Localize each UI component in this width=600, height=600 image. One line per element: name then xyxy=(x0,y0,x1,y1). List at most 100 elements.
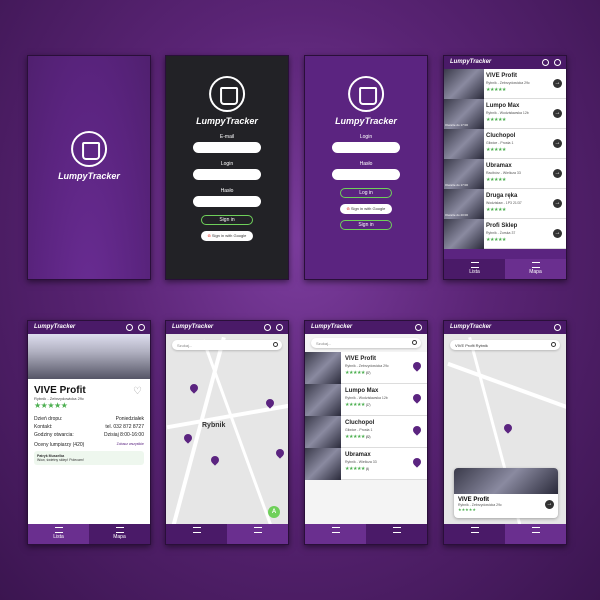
map-view[interactable]: VIVE Profit Rybnik VIVE Profit Rybnik - … xyxy=(444,334,566,526)
add-location-icon[interactable] xyxy=(264,324,271,331)
search-input[interactable]: Szukaj... xyxy=(311,338,421,348)
app-logo: LumpyTracker xyxy=(335,76,397,126)
rating-stars: ★★★★★ xyxy=(486,237,506,243)
user-location-avatar[interactable]: A xyxy=(268,506,280,518)
tab-map[interactable] xyxy=(366,524,427,544)
city-label: Rybnik xyxy=(202,422,226,429)
shop-pin-icon[interactable] xyxy=(502,422,514,434)
email-field[interactable] xyxy=(193,142,261,153)
app-header: LumpyTracker xyxy=(444,56,566,69)
shop-pin-icon[interactable] xyxy=(209,454,221,466)
tab-map-label: Mapa xyxy=(529,269,542,275)
shop-pin-icon[interactable] xyxy=(411,424,423,436)
rating-stars: ★★★★★ xyxy=(486,117,506,123)
shop-thumbnail: Otwarte do 20:00 xyxy=(444,189,484,219)
list-item[interactable]: Lumpo Max Rybnik - Wodzisławska 12b ★★★★★ … xyxy=(305,384,427,416)
shop-pin-icon[interactable] xyxy=(182,432,194,444)
rating: ★★★★★ (82) xyxy=(345,434,371,440)
shop-address: Rybnik - Wodzisławska 12b xyxy=(486,111,529,115)
list-item[interactable]: Otwarte do 17:00 Ubramax Racibórz - Wielic… xyxy=(444,159,566,189)
shop-pin-icon[interactable] xyxy=(274,447,286,459)
list-item[interactable]: Otwarte do 17:00 Lumpo Max Rybnik - Wodzis… xyxy=(444,99,566,129)
profile-icon[interactable] xyxy=(415,324,422,331)
shop-pin-icon[interactable] xyxy=(188,382,200,394)
login-field[interactable] xyxy=(193,169,261,180)
list-item[interactable]: Otwarte do 20:00 Druga ręka Wodzisław - 1P… xyxy=(444,189,566,219)
shop-pin-icon[interactable] xyxy=(411,456,423,468)
heart-icon[interactable]: ♡ xyxy=(133,386,142,397)
shop-thumbnail: Otwarte do 17:00 xyxy=(444,159,484,189)
tab-map[interactable] xyxy=(505,524,566,544)
shop-preview-card[interactable]: VIVE Profit Rybnik - Zebrzydowicka 29c ★… xyxy=(454,468,558,518)
google-sign-in-button[interactable]: G Sign in with Google xyxy=(340,204,392,214)
google-label: Sign in with Google xyxy=(350,206,386,211)
tab-list[interactable] xyxy=(166,524,227,544)
google-sign-in-button[interactable]: G Sign in with Google xyxy=(201,231,253,241)
search-placeholder: Szukaj... xyxy=(316,341,332,346)
arrow-right-icon[interactable]: → xyxy=(553,139,562,148)
tab-list[interactable]: Lista xyxy=(444,259,505,279)
review-text: Wow, świetny sklep! Polecam! xyxy=(37,458,84,462)
list-item[interactable]: Cluchopol Gliwice - Prosta 1 ★★★★★ (82) xyxy=(305,416,427,448)
shop-name: Lumpo Max xyxy=(345,388,379,394)
arrow-right-icon[interactable]: → xyxy=(553,229,562,238)
tab-list[interactable] xyxy=(305,524,366,544)
tab-map[interactable]: Mapa xyxy=(505,259,566,279)
tab-map[interactable]: Mapa xyxy=(89,524,150,544)
password-field[interactable] xyxy=(332,169,400,180)
add-location-icon[interactable] xyxy=(542,59,549,66)
sign-in-button[interactable]: Sign in xyxy=(340,220,392,230)
search-input[interactable]: VIVE Profit Rybnik xyxy=(450,340,560,350)
review-card: Patryk Muszelka Wow, świetny sklep! Polec… xyxy=(34,451,144,465)
shop-pin-icon[interactable] xyxy=(411,360,423,372)
sign-in-button[interactable]: Sign in xyxy=(201,215,253,225)
rating-stars: ★★★★★ xyxy=(345,434,365,440)
arrow-right-icon[interactable]: → xyxy=(553,199,562,208)
search-input[interactable]: Szukaj... xyxy=(172,340,282,350)
shop-pin-icon[interactable] xyxy=(411,392,423,404)
profile-icon[interactable] xyxy=(276,324,283,331)
list-icon xyxy=(54,527,63,533)
rating: ★★★★★ (4) xyxy=(345,466,369,472)
arrow-right-icon[interactable]: → xyxy=(553,79,562,88)
profile-icon[interactable] xyxy=(554,59,561,66)
profile-icon[interactable] xyxy=(138,324,145,331)
list-item[interactable]: Profi Sklep Rybnik - Żorska 37 ★★★★★ → xyxy=(444,219,566,249)
map-view[interactable]: Szukaj... Rybnik A xyxy=(166,334,288,526)
list-item[interactable]: Ubramax Rybnik - Wielicza 33 ★★★★★ (4) xyxy=(305,448,427,480)
profile-icon[interactable] xyxy=(554,324,561,331)
contact-value[interactable]: tel. 032 872 8727 xyxy=(105,424,144,430)
map-icon xyxy=(253,527,262,533)
list-item[interactable]: VIVE Profit Rybnik - Zebrzydowicka 29c ★★★… xyxy=(444,69,566,99)
header-title: LumpyTracker xyxy=(450,324,492,330)
search-value: VIVE Profit Rybnik xyxy=(455,343,488,348)
search-placeholder: Szukaj... xyxy=(177,343,193,348)
app-header: LumpyTracker xyxy=(305,321,427,334)
tab-list[interactable] xyxy=(444,524,505,544)
header-title: LumpyTracker xyxy=(172,324,214,330)
list-item[interactable]: VIVE Profit Rybnik - Zebrzydowicka 29c ★★★… xyxy=(305,352,427,384)
map-screen: LumpyTracker Szukaj... Rybnik A xyxy=(165,320,289,545)
password-field[interactable] xyxy=(193,196,261,207)
shop-name: Ubramax xyxy=(486,163,512,169)
tab-map[interactable] xyxy=(227,524,288,544)
app-header: LumpyTracker xyxy=(28,321,150,334)
shop-thumbnail xyxy=(444,129,484,159)
google-label: Sign in with Google xyxy=(211,233,247,238)
tab-list[interactable]: Lista xyxy=(28,524,89,544)
shop-address: Rybnik - Wodzisławska 12b xyxy=(345,396,388,400)
arrow-right-icon[interactable]: → xyxy=(553,109,562,118)
app-header: LumpyTracker xyxy=(166,321,288,334)
list-item[interactable]: Cluchopol Gliwice - Prosta 1 ★★★★★ → xyxy=(444,129,566,159)
login-field[interactable] xyxy=(332,142,400,153)
rating-count: (4) xyxy=(365,467,369,471)
arrow-right-icon[interactable]: → xyxy=(545,500,554,509)
arrow-right-icon[interactable]: → xyxy=(553,169,562,178)
shop-name: VIVE Profit xyxy=(345,356,377,362)
hours-value[interactable]: Dzisiaj 8:00-16:00 xyxy=(104,432,144,438)
tab-map-label: Mapa xyxy=(113,534,126,540)
see-all-link[interactable]: Zobacz wszystkie xyxy=(117,442,144,448)
log-in-button[interactable]: Log in xyxy=(340,188,392,198)
add-location-icon[interactable] xyxy=(126,324,133,331)
app-logo: LumpyTracker xyxy=(58,131,120,181)
